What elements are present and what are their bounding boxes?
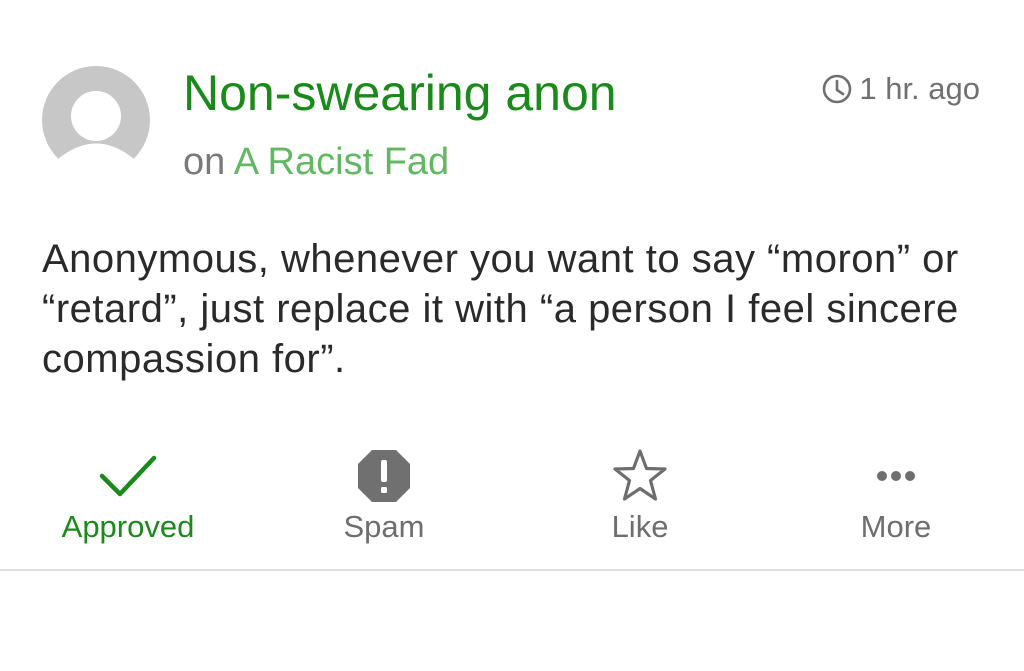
avatar[interactable] [42,66,150,174]
context-prefix: on [183,141,226,183]
post-title-link[interactable]: A Racist Fad [234,141,449,183]
clock-icon [823,74,852,104]
comment-body: Anonymous, whenever you want to say “mor… [42,237,959,381]
approved-label: Approved [61,509,195,544]
comment-author[interactable]: Non-swearing anon [183,64,617,122]
approved-button[interactable]: Approved [0,440,256,560]
comment-card: Non-swearing anon on A Racist Fad 1 hr. … [0,0,1024,571]
spam-icon [358,450,410,502]
default-avatar-icon [42,66,150,174]
check-icon [99,455,157,497]
like-label: Like [611,509,669,544]
time-label: 1 hr. ago [859,71,980,106]
comment-time: 1 hr. ago [821,70,980,108]
comment-actions: Approved Spam Like More [0,440,1024,560]
star-icon [613,449,667,501]
comment-context: on A Racist Fad [183,140,449,184]
like-button[interactable]: Like [512,440,768,560]
spam-label: Spam [343,509,425,544]
more-label: More [860,509,932,544]
divider [0,569,1024,571]
more-icon [877,471,915,481]
spam-button[interactable]: Spam [256,440,512,560]
more-button[interactable]: More [768,440,1024,560]
